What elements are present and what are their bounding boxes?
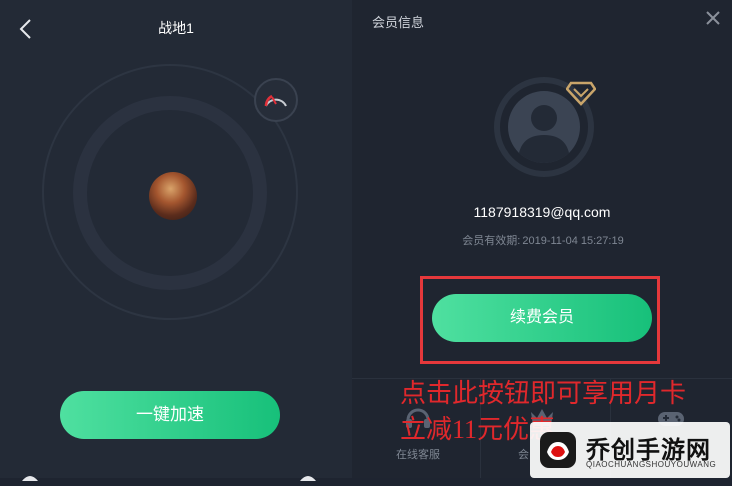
expiry-label: 会员有效期:	[462, 235, 521, 247]
expiry-value: 2019-11-04 15:27:19	[522, 235, 624, 247]
game-avatar	[149, 172, 197, 220]
member-info-title: 会员信息	[372, 15, 425, 30]
watermark-logo-icon	[540, 432, 576, 468]
site-watermark: 乔创手游网 QIAOCHUANGSHOUYOUWANG	[530, 422, 730, 478]
watermark-url: QIAOCHUANGSHOUYOUWANG	[586, 460, 717, 469]
speedometer-button[interactable]	[254, 78, 298, 122]
one-click-accelerate-button[interactable]: 一键加速	[60, 391, 280, 439]
member-label[interactable]: 会	[518, 446, 529, 462]
partial-bottom-icon	[22, 468, 38, 481]
speedometer-icon	[264, 94, 287, 107]
game-title: 战地1	[158, 20, 194, 36]
renew-membership-button[interactable]: 续费会员	[432, 294, 652, 342]
promo-line-1: 点击此按钮即可享用月卡	[400, 379, 687, 408]
partial-bottom-icon	[300, 468, 316, 481]
user-email: 1187918319@qq.com	[473, 204, 611, 220]
online-service-label[interactable]: 在线客服	[380, 446, 456, 462]
membership-expiry: 会员有效期: 2019-11-04 15:27:19	[352, 232, 732, 248]
close-icon[interactable]	[705, 10, 721, 30]
diamond-icon	[565, 80, 597, 106]
